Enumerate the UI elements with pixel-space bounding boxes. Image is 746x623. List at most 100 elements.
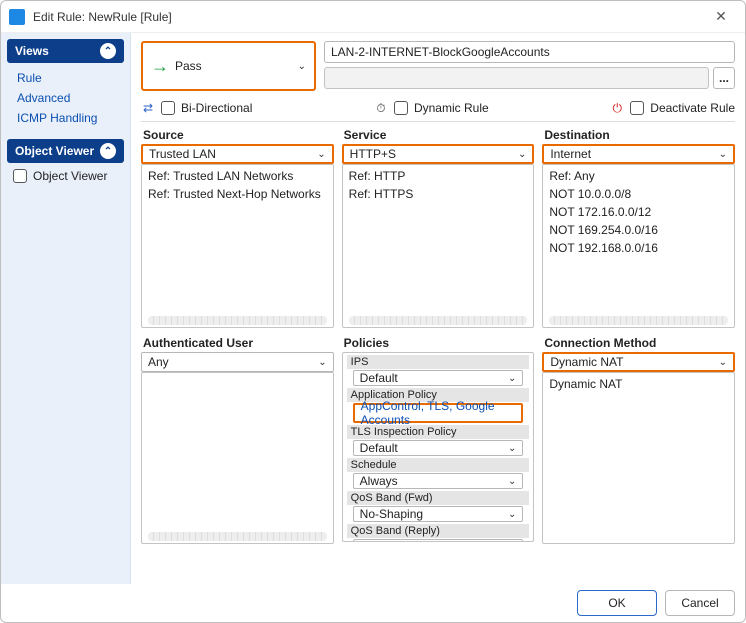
source-selected: Trusted LAN [149,147,216,161]
rule-description-input[interactable] [324,67,709,89]
policies-column: Policies IPS Default ⌄ Application Polic… [342,334,535,544]
edit-rule-dialog: Edit Rule: NewRule [Rule] ✕ Views ⌃ Rule… [0,0,746,623]
sidebar: Views ⌃ Rule Advanced ICMP Handling Obje… [1,33,131,584]
qos-fwd-select[interactable]: No-Shaping ⌄ [353,506,524,522]
qos-fwd-label: QoS Band (Fwd) [347,491,530,505]
chevron-down-icon: ⌄ [298,61,306,72]
connection-method-selected: Dynamic NAT [550,355,623,369]
main-content: → Pass ⌄ LAN-2-INTERNET-BlockGoogleAccou… [131,33,745,584]
connection-method-title: Connection Method [542,334,735,352]
service-column: Service HTTP+S ⌄ Ref: HTTP Ref: HTTPS [342,126,535,328]
auth-user-column: Authenticated User Any ⌄ [141,334,334,544]
views-items: Rule Advanced ICMP Handling [7,63,124,129]
dynamic-rule-flag: ⏱ Dynamic Rule [374,101,489,115]
chevron-down-icon: ⌄ [518,149,526,160]
deactivate-flag: ⏻ Deactivate Rule [610,101,735,115]
bidirectional-flag: ⇄ Bi-Directional [141,101,252,115]
app-icon [9,9,25,25]
schedule-select[interactable]: Always ⌄ [353,473,524,489]
policies-title: Policies [342,334,535,352]
connection-method-column: Connection Method Dynamic NAT ⌄ Dynamic … [542,334,735,544]
source-column: Source Trusted LAN ⌄ Ref: Trusted LAN Ne… [141,126,334,328]
schedule-label: Schedule [347,458,530,472]
list-item[interactable]: NOT 10.0.0.0/8 [549,185,728,203]
scrollbar[interactable] [549,316,728,325]
list-item[interactable]: NOT 192.168.0.0/16 [549,239,728,257]
tls-policy-select[interactable]: Default ⌄ [353,440,524,456]
source-list[interactable]: Ref: Trusted LAN Networks Ref: Trusted N… [141,164,334,328]
views-panel: Views ⌃ Rule Advanced ICMP Handling [7,39,124,129]
list-item[interactable]: Ref: Trusted Next-Hop Networks [148,185,327,203]
object-viewer-header[interactable]: Object Viewer ⌃ [7,139,124,163]
views-header[interactable]: Views ⌃ [7,39,124,63]
auth-user-title: Authenticated User [141,334,334,352]
scrollbar[interactable] [148,316,327,325]
deactivate-checkbox[interactable] [630,101,644,115]
service-list[interactable]: Ref: HTTP Ref: HTTPS [342,164,535,328]
nav-advanced[interactable]: Advanced [17,89,120,107]
auth-user-dropdown[interactable]: Any ⌄ [141,352,334,372]
source-title: Source [141,126,334,144]
auth-user-list[interactable] [141,372,334,544]
rule-flags: ⇄ Bi-Directional ⏱ Dynamic Rule ⏻ Deacti… [141,97,735,122]
source-dropdown[interactable]: Trusted LAN ⌄ [141,144,334,164]
collapse-icon[interactable]: ⌃ [100,143,116,159]
service-dropdown[interactable]: HTTP+S ⌄ [342,144,535,164]
destination-column: Destination Internet ⌄ Ref: Any NOT 10.0… [542,126,735,328]
chevron-down-icon: ⌄ [508,509,516,520]
nav-rule[interactable]: Rule [17,69,120,87]
chevron-down-icon: ⌄ [317,149,325,160]
chevron-down-icon: ⌄ [508,476,516,487]
object-viewer-checkbox[interactable] [13,169,27,183]
power-icon: ⏻ [610,101,624,115]
pass-arrow-icon: → [151,56,169,77]
connection-method-dropdown[interactable]: Dynamic NAT ⌄ [542,352,735,372]
destination-dropdown[interactable]: Internet ⌄ [542,144,735,164]
dynamic-rule-label: Dynamic Rule [414,101,489,115]
rule-name-input[interactable]: LAN-2-INTERNET-BlockGoogleAccounts [324,41,735,63]
object-viewer-label: Object Viewer [33,169,107,183]
qos-reply-label: QoS Band (Reply) [347,524,530,538]
list-item[interactable]: Ref: HTTPS [349,185,528,203]
list-item[interactable]: Dynamic NAT [549,375,728,393]
bidirectional-checkbox[interactable] [161,101,175,115]
timer-icon: ⏱ [374,101,388,115]
chevron-down-icon: ⌄ [719,357,727,368]
app-policy-select[interactable]: AppControl, TLS, Google Accounts [353,403,524,423]
nav-icmp-handling[interactable]: ICMP Handling [17,109,120,127]
action-label: Pass [175,59,202,73]
scrollbar[interactable] [349,316,528,325]
close-button[interactable]: ✕ [705,4,737,30]
titlebar: Edit Rule: NewRule [Rule] ✕ [1,1,745,33]
list-item[interactable]: NOT 169.254.0.0/16 [549,221,728,239]
ips-label: IPS [347,355,530,369]
connection-method-list[interactable]: Dynamic NAT [542,372,735,544]
destination-selected: Internet [550,147,591,161]
chevron-down-icon: ⌄ [508,373,516,384]
list-item[interactable]: NOT 172.16.0.0/12 [549,203,728,221]
dynamic-rule-checkbox[interactable] [394,101,408,115]
list-item[interactable]: Ref: HTTP [349,167,528,185]
list-item[interactable]: Ref: Trusted LAN Networks [148,167,327,185]
service-selected: HTTP+S [350,147,396,161]
object-viewer-panel: Object Viewer ⌃ Object Viewer [7,139,124,185]
chevron-down-icon: ⌄ [719,149,727,160]
collapse-icon[interactable]: ⌃ [100,43,116,59]
deactivate-label: Deactivate Rule [650,101,735,115]
chevron-down-icon: ⌄ [508,443,516,454]
description-more-button[interactable]: ... [713,67,735,89]
qos-reply-select[interactable]: Like-Fwd ⌄ [353,539,524,542]
auth-user-selected: Any [148,355,169,369]
action-dropdown[interactable]: → Pass ⌄ [141,41,316,91]
ips-select[interactable]: Default ⌄ [353,370,524,386]
rule-name-value: LAN-2-INTERNET-BlockGoogleAccounts [331,45,550,59]
cancel-button[interactable]: Cancel [665,590,735,616]
tls-policy-label: TLS Inspection Policy [347,425,530,439]
ok-button[interactable]: OK [577,590,657,616]
destination-list[interactable]: Ref: Any NOT 10.0.0.0/8 NOT 172.16.0.0/1… [542,164,735,328]
list-item[interactable]: Ref: Any [549,167,728,185]
object-viewer-header-label: Object Viewer [15,144,94,158]
scrollbar[interactable] [148,532,327,541]
views-header-label: Views [15,44,49,58]
chevron-down-icon: ⌄ [318,357,326,368]
